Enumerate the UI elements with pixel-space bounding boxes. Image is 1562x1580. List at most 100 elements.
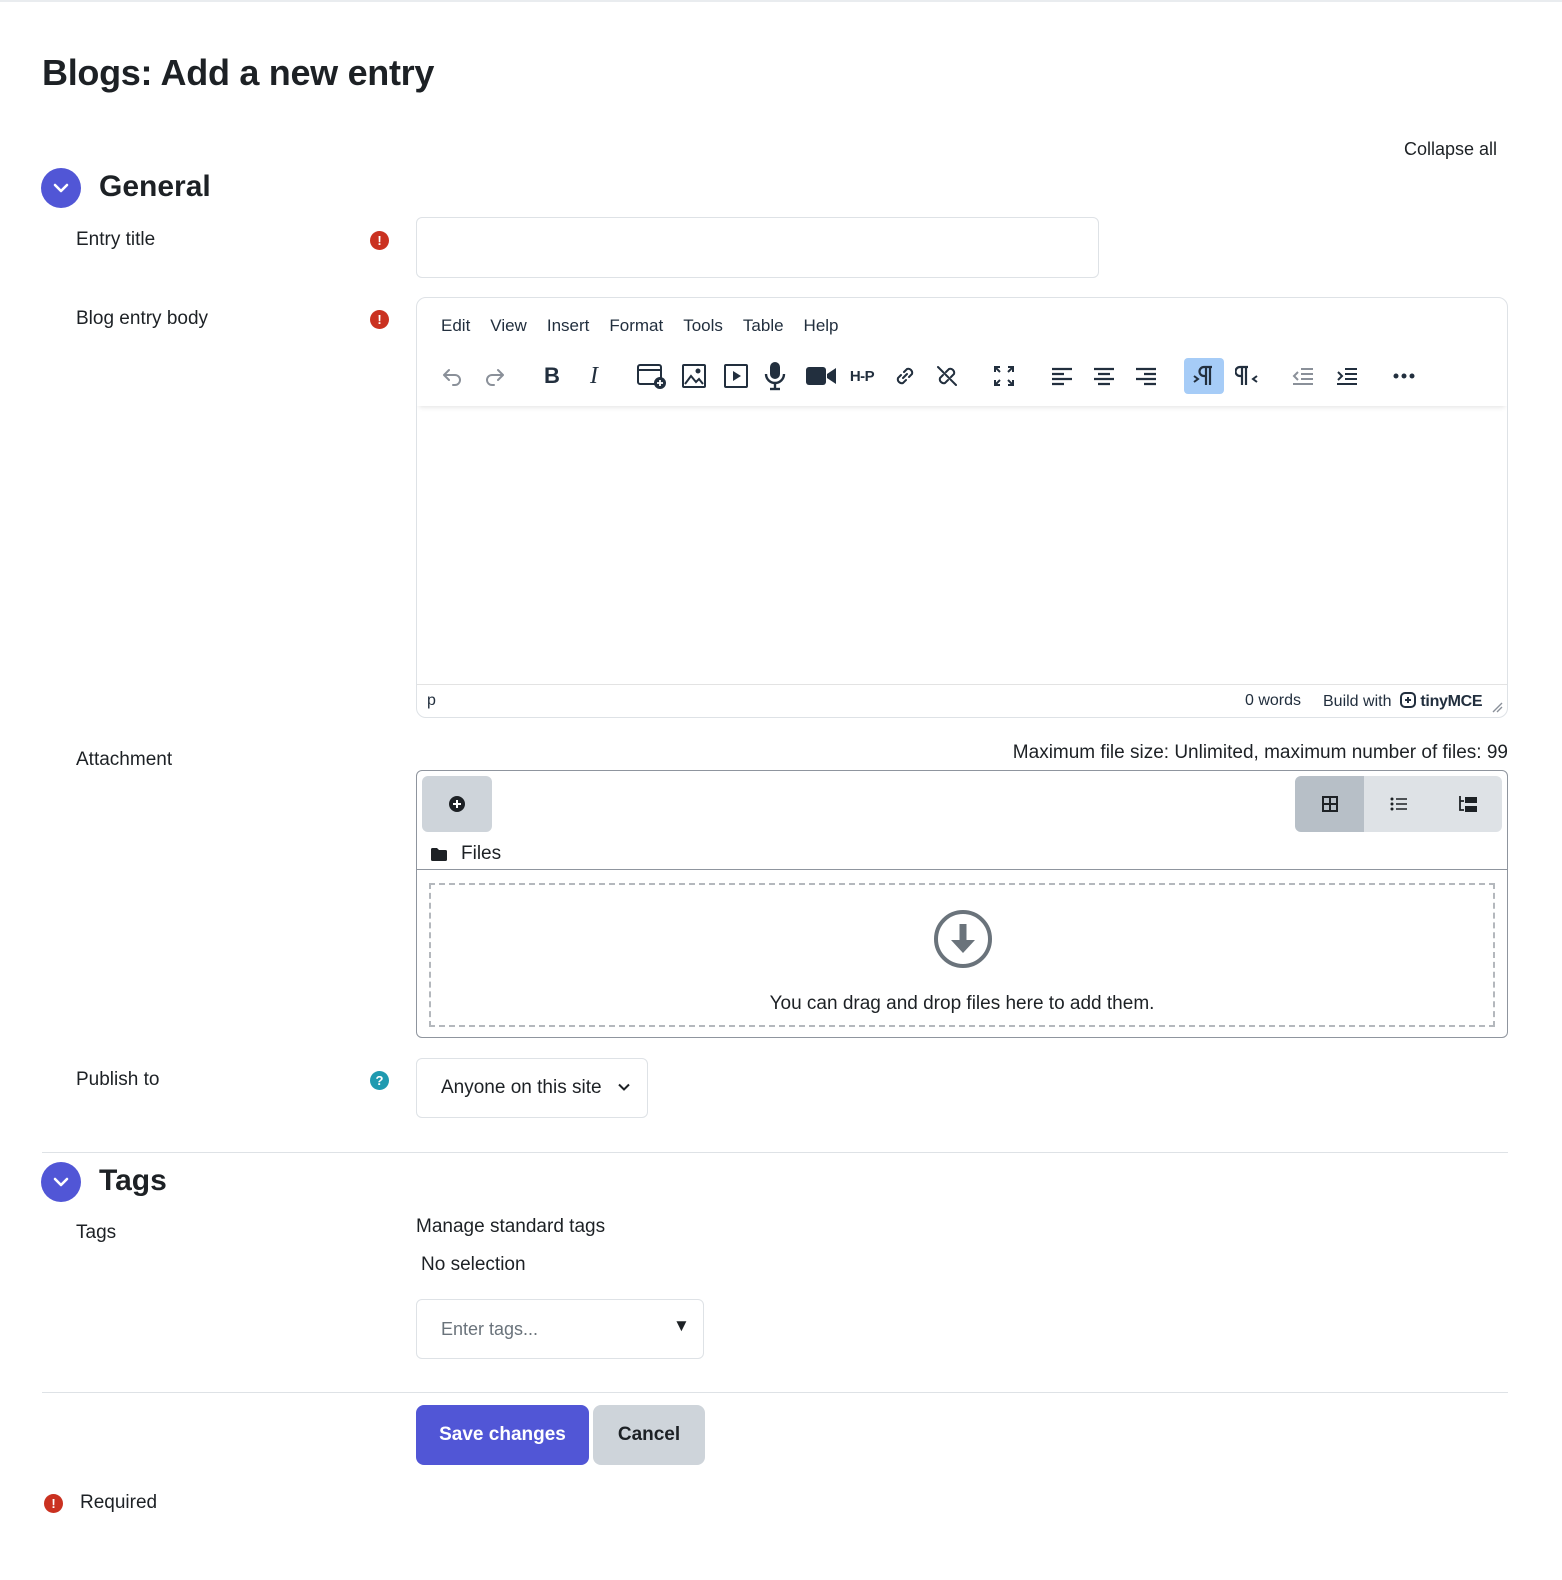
align-center-button[interactable] xyxy=(1084,358,1124,394)
redo-button[interactable] xyxy=(475,358,515,394)
h5p-button[interactable]: H-P xyxy=(842,358,882,394)
file-limit-info: Maximum file size: Unlimited, maximum nu… xyxy=(1012,742,1508,763)
menu-view[interactable]: View xyxy=(480,314,537,338)
tree-view-button[interactable] xyxy=(1433,776,1502,832)
image-button[interactable] xyxy=(674,358,714,394)
record-audio-button[interactable] xyxy=(755,358,795,394)
bold-button[interactable]: B xyxy=(532,358,572,394)
record-audio-icon xyxy=(764,362,786,391)
add-file-button[interactable] xyxy=(422,776,492,832)
required-legend: ! Required xyxy=(44,1492,157,1514)
ltr-icon xyxy=(1193,365,1212,385)
italic-button[interactable]: I xyxy=(574,358,614,394)
folder-tree-icon xyxy=(1458,796,1477,812)
collapse-all-link[interactable]: Collapse all xyxy=(1404,139,1497,160)
unlink-icon xyxy=(937,366,957,386)
content-bank-icon xyxy=(637,364,666,389)
italic-icon: I xyxy=(590,362,598,389)
menu-table[interactable]: Table xyxy=(733,314,794,338)
rtl-icon xyxy=(1235,365,1258,385)
list-icon xyxy=(1390,797,1407,811)
divider xyxy=(417,869,1507,870)
menu-insert[interactable]: Insert xyxy=(537,314,600,338)
required-icon: ! xyxy=(44,1493,63,1513)
ltr-button[interactable] xyxy=(1184,358,1224,394)
link-button[interactable] xyxy=(885,358,925,394)
outdent-button[interactable] xyxy=(1283,358,1323,394)
section-divider xyxy=(42,1152,1508,1153)
align-center-icon xyxy=(1094,367,1114,386)
manage-standard-tags-link[interactable]: Manage standard tags xyxy=(416,1216,605,1238)
editor-menubar: Edit View Insert Format Tools Table Help xyxy=(431,314,849,338)
required-icon: ! xyxy=(370,310,389,329)
files-folder-label[interactable]: Files xyxy=(461,843,501,865)
indent-button[interactable] xyxy=(1327,358,1367,394)
rtl-button[interactable] xyxy=(1227,358,1267,394)
chevron-down-icon xyxy=(53,183,69,193)
required-legend-text: Required xyxy=(80,1492,158,1513)
icon-view-button[interactable] xyxy=(1295,776,1364,832)
align-right-icon xyxy=(1136,367,1156,386)
element-path[interactable]: p xyxy=(427,692,436,710)
editor-header: Edit View Insert Format Tools Table Help… xyxy=(417,298,1507,406)
align-right-button[interactable] xyxy=(1126,358,1166,394)
page-title: Blogs: Add a new entry xyxy=(42,52,435,93)
chevron-down-icon xyxy=(53,1177,69,1187)
align-left-icon xyxy=(1052,367,1072,386)
record-video-button[interactable] xyxy=(801,358,841,394)
cancel-button[interactable]: Cancel xyxy=(593,1405,705,1465)
content-bank-button[interactable] xyxy=(631,358,671,394)
fullscreen-button[interactable] xyxy=(984,358,1024,394)
h5p-icon: H-P xyxy=(849,367,875,385)
media-icon xyxy=(724,364,748,388)
fullscreen-icon xyxy=(994,366,1014,386)
view-toggle-group xyxy=(1295,776,1502,832)
menu-edit[interactable]: Edit xyxy=(431,314,480,338)
publish-to-select[interactable]: Anyone on this site xyxy=(416,1058,648,1118)
more-button[interactable] xyxy=(1384,358,1424,394)
tags-dropdown-toggle[interactable]: ▼ xyxy=(673,1316,690,1336)
general-section-title: General xyxy=(99,170,211,203)
file-path: Files xyxy=(431,843,501,865)
attachment-label: Attachment xyxy=(76,749,173,770)
brand-name: tinyMCE xyxy=(1420,693,1483,710)
grid-icon xyxy=(1321,796,1338,812)
bold-icon: B xyxy=(544,363,560,388)
tags-input[interactable] xyxy=(417,1300,657,1358)
media-button[interactable] xyxy=(716,358,756,394)
save-changes-button[interactable]: Save changes xyxy=(416,1405,589,1465)
tinymce-branding[interactable]: Build with tinyMCE xyxy=(1323,692,1483,711)
menu-tools[interactable]: Tools xyxy=(673,314,733,338)
undo-button[interactable] xyxy=(432,358,472,394)
tags-label: Tags xyxy=(76,1222,117,1243)
general-section-toggle[interactable] xyxy=(41,168,81,208)
form-divider xyxy=(42,1392,1508,1393)
drop-hint-text: You can drag and drop files here to add … xyxy=(769,993,1155,1014)
link-icon xyxy=(896,367,914,385)
record-video-icon xyxy=(806,367,836,385)
editor-content-area[interactable] xyxy=(417,406,1507,686)
menu-format[interactable]: Format xyxy=(599,314,673,338)
undo-icon xyxy=(443,369,461,386)
list-view-button[interactable] xyxy=(1364,776,1433,832)
unlink-button[interactable] xyxy=(927,358,967,394)
tags-section-title: Tags xyxy=(99,1164,167,1197)
top-border xyxy=(0,0,1562,2)
entry-title-input[interactable] xyxy=(416,217,1099,278)
blog-entry-body-label: Blog entry body xyxy=(76,308,209,329)
more-icon xyxy=(1393,373,1415,379)
word-count[interactable]: 0 words xyxy=(1245,692,1301,710)
help-icon[interactable]: ? xyxy=(370,1071,389,1090)
tinymce-logo-icon xyxy=(1399,692,1416,708)
editor-statusbar: p 0 words Build with tinyMCE xyxy=(417,684,1507,717)
entry-title-label: Entry title xyxy=(76,229,156,250)
align-left-button[interactable] xyxy=(1042,358,1082,394)
file-drop-zone[interactable]: You can drag and drop files here to add … xyxy=(429,883,1495,1027)
required-icon: ! xyxy=(370,231,389,250)
rich-text-editor: Edit View Insert Format Tools Table Help… xyxy=(416,297,1508,718)
file-manager: Files You can drag and drop files here t… xyxy=(416,770,1508,1038)
menu-help[interactable]: Help xyxy=(794,314,849,338)
resize-handle-icon[interactable] xyxy=(1491,701,1503,713)
tags-section-toggle[interactable] xyxy=(41,1162,81,1202)
publish-to-label: Publish to xyxy=(76,1069,160,1090)
